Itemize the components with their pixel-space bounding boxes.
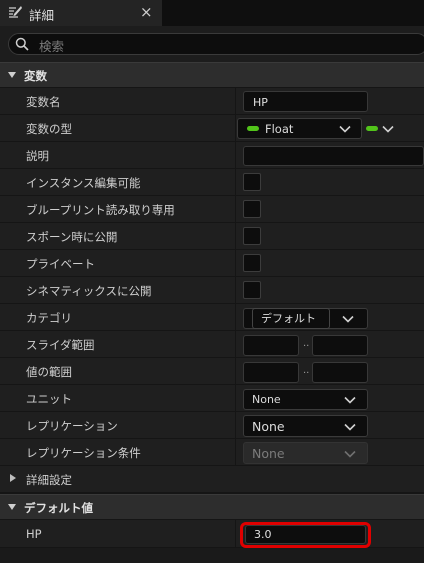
row-private: プライベート	[0, 250, 424, 277]
type-value: Float	[265, 122, 294, 136]
row-label: 説明	[26, 149, 49, 163]
container-type-dropdown[interactable]	[366, 118, 396, 139]
replication-condition-value: None	[252, 446, 285, 461]
row-units: ユニット None	[0, 385, 424, 412]
category-text-input[interactable]: デフォルト	[252, 308, 330, 329]
chevron-down-icon	[339, 125, 351, 133]
row-instance-editable: インスタンス編集可能	[0, 169, 424, 196]
chevron-down-icon	[344, 423, 356, 431]
pencil-table-icon	[9, 6, 22, 18]
row-category: カテゴリ デフォルト	[0, 304, 424, 331]
row-variable-name: 変数名 HP	[0, 88, 424, 115]
row-label: 値の範囲	[26, 365, 72, 379]
description-input[interactable]	[243, 146, 424, 166]
chevron-down-icon	[344, 450, 356, 458]
search-placeholder: 検索	[39, 39, 65, 54]
row-label: プライベート	[26, 257, 95, 271]
category-combo[interactable]: デフォルト	[243, 308, 368, 329]
row-label: カテゴリ	[26, 311, 72, 325]
units-dropdown[interactable]: None	[243, 389, 368, 410]
units-value: None	[252, 393, 281, 406]
section-title: 変数	[24, 69, 47, 83]
row-label: インスタンス編集可能	[26, 176, 141, 190]
row-label: レプリケーション	[26, 419, 118, 433]
search-icon	[15, 37, 29, 51]
section-variables[interactable]: 変数	[0, 62, 424, 87]
value-range-max-input[interactable]	[312, 362, 368, 383]
slider-range-max-input[interactable]	[312, 335, 368, 356]
range-separator: ..	[303, 365, 310, 376]
search-input[interactable]: 検索	[8, 33, 424, 55]
value-range-min-input[interactable]	[243, 362, 299, 383]
row-label: 変数名	[26, 95, 61, 109]
expand-arrow-icon	[8, 504, 16, 510]
float-type-pill-icon	[247, 126, 259, 131]
row-label: HP	[26, 527, 42, 541]
expose-on-spawn-checkbox[interactable]	[243, 227, 261, 245]
close-icon[interactable]: ×	[140, 3, 153, 21]
row-label: ブループリント読み取り専用	[26, 203, 175, 217]
single-type-pill-icon	[366, 126, 378, 131]
section-title: デフォルト値	[24, 501, 93, 515]
row-replication-condition: レプリケーション条件 None	[0, 439, 424, 466]
replication-condition-dropdown[interactable]: None	[243, 442, 368, 464]
chevron-down-icon	[342, 315, 354, 323]
row-expose-on-spawn: スポーン時に公開	[0, 223, 424, 250]
row-label: シネマティックスに公開	[26, 284, 152, 298]
section-default-values[interactable]: デフォルト値	[0, 494, 424, 519]
slider-range-min-input[interactable]	[243, 335, 299, 356]
replication-value: None	[252, 419, 285, 434]
range-separator: ..	[303, 338, 310, 349]
row-label: スポーン時に公開	[26, 230, 118, 244]
blueprint-readonly-checkbox[interactable]	[243, 200, 261, 218]
category-value: デフォルト	[261, 312, 316, 325]
row-advanced[interactable]: 詳細設定	[0, 466, 424, 493]
row-label: ユニット	[26, 392, 72, 406]
variable-type-dropdown[interactable]: Float	[237, 118, 362, 139]
chevron-down-icon	[382, 125, 394, 133]
expand-arrow-icon	[10, 474, 16, 482]
row-value-range: 値の範囲 ..	[0, 358, 424, 385]
tab-details[interactable]: 詳細 ×	[0, 0, 162, 26]
row-label: 変数の型	[26, 122, 72, 136]
variable-name-input[interactable]: HP	[243, 91, 368, 112]
highlight-annotation	[240, 522, 371, 548]
replication-dropdown[interactable]: None	[243, 415, 368, 437]
row-label: スライダ範囲	[26, 338, 95, 352]
row-variable-type: 変数の型 Float	[0, 115, 424, 142]
row-blueprint-readonly: ブループリント読み取り専用	[0, 196, 424, 223]
row-expose-cinematics: シネマティックスに公開	[0, 277, 424, 304]
tab-title: 詳細	[29, 8, 55, 23]
expand-arrow-icon	[8, 72, 16, 78]
row-label: 詳細設定	[26, 473, 72, 487]
instance-editable-checkbox[interactable]	[243, 173, 261, 191]
chevron-down-icon	[344, 396, 356, 404]
private-checkbox[interactable]	[243, 254, 261, 272]
field-value: HP	[253, 96, 268, 109]
row-description: 説明	[0, 142, 424, 169]
row-label: レプリケーション条件	[26, 446, 141, 460]
row-replication: レプリケーション None	[0, 412, 424, 439]
row-slider-range: スライダ範囲 ..	[0, 331, 424, 358]
panel-bottom	[0, 548, 424, 563]
expose-cinematics-checkbox[interactable]	[243, 281, 261, 299]
